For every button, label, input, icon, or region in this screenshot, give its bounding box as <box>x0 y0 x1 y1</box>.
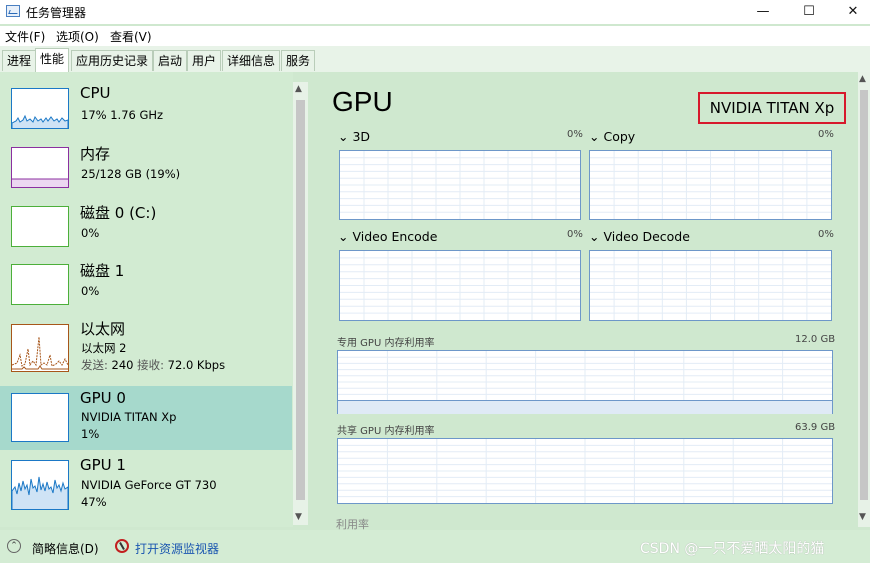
chevron-down-icon: ⌄ <box>338 129 349 144</box>
chevron-down-icon: ⌄ <box>338 229 349 244</box>
window-title: 任务管理器 <box>26 6 87 20</box>
sidebar-item-detail: NVIDIA TITAN Xp <box>81 410 177 424</box>
engine-pct-copy: 0% <box>818 129 834 140</box>
engine-selector-3d[interactable]: ⌄ 3D <box>338 129 370 144</box>
scroll-down-arrow-icon[interactable]: ▼ <box>859 512 866 522</box>
sidebar-item-title: CPU <box>80 84 111 102</box>
menu-options[interactable]: 选项(O) <box>56 28 99 45</box>
disk-1-thumbnail-graph <box>11 264 69 305</box>
sidebar-item-usage: 47% <box>81 495 107 509</box>
tab-details[interactable]: 详细信息 <box>222 50 281 71</box>
menu-file[interactable]: 文件(F) <box>5 28 45 45</box>
graph-video-encode <box>339 250 581 321</box>
main-scrollbar[interactable]: ▲ ▼ <box>858 72 870 527</box>
dedicated-memory-max: 12.0 GB <box>795 334 836 345</box>
dedicated-memory-label: 专用 GPU 内存利用率 <box>337 338 435 349</box>
task-manager-icon <box>6 5 20 17</box>
performance-sidebar: CPU 17% 1.76 GHz 内存 25/128 GB (19%) 磁盘 0… <box>0 72 293 527</box>
sidebar-item-title: GPU 1 <box>80 456 126 474</box>
sidebar-item-title: GPU 0 <box>80 389 126 407</box>
chevron-up-icon[interactable]: ⌃ <box>7 539 21 553</box>
resource-monitor-icon <box>115 539 129 553</box>
watermark: CSDN @一只不爱晒太阳的猫 <box>640 541 825 557</box>
engine-selector-copy[interactable]: ⌄ Copy <box>589 129 635 144</box>
sidebar-item-detail: 以太网 2 <box>81 341 127 355</box>
sidebar-item-disk-1[interactable]: 磁盘 1 0% <box>0 260 292 322</box>
gpu-model-name: NVIDIA TITAN Xp <box>698 92 846 124</box>
menu-bar: 文件(F) 选项(O) 查看(V) <box>0 26 870 46</box>
tab-processes[interactable]: 进程 <box>2 50 37 71</box>
sidebar-scroll-thumb[interactable] <box>296 100 305 500</box>
chevron-down-icon: ⌄ <box>589 129 600 144</box>
gpu-detail-panel: GPU NVIDIA TITAN Xp ⌄ 3D 0% ⌄ Copy 0% ⌄ … <box>318 72 858 531</box>
tab-bar: 进程 性能 应用历史记录 启动 用户 详细信息 服务 <box>0 46 870 72</box>
engine-selector-video-decode[interactable]: ⌄ Video Decode <box>589 229 690 244</box>
ethernet-throughput: 发送: 240 接收: 72.0 Kbps <box>81 358 226 372</box>
open-resource-monitor-link[interactable]: 打开资源监视器 <box>135 540 219 557</box>
minimize-button[interactable]: — <box>740 0 786 24</box>
page-title: GPU <box>332 86 393 117</box>
gpu-1-thumbnail-graph <box>11 460 69 510</box>
scroll-down-arrow-icon[interactable]: ▼ <box>295 512 302 522</box>
footer-bar: ⌃ 简略信息(D) 打开资源监视器 CSDN @一只不爱晒太阳的猫 <box>0 530 870 563</box>
main-scroll-thumb[interactable] <box>860 90 868 500</box>
engine-selector-video-encode[interactable]: ⌄ Video Encode <box>338 229 437 244</box>
sidebar-item-memory[interactable]: 内存 25/128 GB (19%) <box>0 143 292 205</box>
scroll-up-arrow-icon[interactable]: ▲ <box>295 84 302 94</box>
tab-users[interactable]: 用户 <box>187 50 222 71</box>
sidebar-item-ethernet[interactable]: 以太网 以太网 2 发送: 240 接收: 72.0 Kbps <box>0 318 292 384</box>
sidebar-item-detail: 0% <box>81 226 100 240</box>
graph-video-decode <box>589 250 832 321</box>
disk-0-thumbnail-graph <box>11 206 69 247</box>
sidebar-item-detail: 25/128 GB (19%) <box>81 167 181 181</box>
graph-3d <box>339 150 581 220</box>
close-button[interactable]: ✕ <box>830 0 870 24</box>
tab-app-history[interactable]: 应用历史记录 <box>71 50 154 71</box>
engine-pct-video-encode: 0% <box>567 229 583 240</box>
memory-thumbnail-graph <box>11 147 69 188</box>
sidebar-item-disk-0[interactable]: 磁盘 0 (C:) 0% <box>0 202 292 264</box>
title-bar: 任务管理器 — ☐ ✕ <box>0 0 870 24</box>
sidebar-item-cpu[interactable]: CPU 17% 1.76 GHz <box>0 84 292 146</box>
shared-memory-max: 63.9 GB <box>795 422 836 433</box>
sidebar-item-title: 磁盘 0 (C:) <box>80 204 157 222</box>
gpu-0-thumbnail-graph <box>11 393 69 442</box>
menu-view[interactable]: 查看(V) <box>110 28 152 45</box>
graph-dedicated-memory <box>337 350 833 414</box>
sidebar-item-gpu-0[interactable]: GPU 0 NVIDIA TITAN Xp 1% <box>0 386 292 450</box>
sidebar-item-usage: 1% <box>81 427 100 441</box>
tab-startup[interactable]: 启动 <box>153 50 188 71</box>
sidebar-item-title: 以太网 <box>80 320 126 338</box>
dedicated-memory-usage-fill <box>338 400 832 414</box>
scroll-up-arrow-icon[interactable]: ▲ <box>859 74 866 84</box>
tab-performance[interactable]: 性能 <box>35 48 70 72</box>
ethernet-thumbnail-graph <box>11 324 69 372</box>
fewer-details-button[interactable]: 简略信息(D) <box>32 540 99 557</box>
maximize-button[interactable]: ☐ <box>786 0 832 24</box>
sidebar-item-title: 内存 <box>80 145 111 163</box>
graph-copy <box>589 150 832 220</box>
chevron-down-icon: ⌄ <box>589 229 600 244</box>
tab-services[interactable]: 服务 <box>281 50 316 71</box>
cpu-thumbnail-graph <box>11 88 69 129</box>
engine-pct-3d: 0% <box>567 129 583 140</box>
sidebar-item-detail: NVIDIA GeForce GT 730 <box>81 478 217 492</box>
sidebar-item-gpu-1[interactable]: GPU 1 NVIDIA GeForce GT 730 47% <box>0 454 292 520</box>
engine-pct-video-decode: 0% <box>818 229 834 240</box>
sidebar-item-detail: 0% <box>81 284 100 298</box>
sidebar-item-title: 磁盘 1 <box>80 262 125 280</box>
shared-memory-label: 共享 GPU 内存利用率 <box>337 426 435 437</box>
sidebar-scrollbar[interactable]: ▲ ▼ <box>293 82 308 525</box>
sidebar-item-detail: 17% 1.76 GHz <box>81 108 164 122</box>
graph-shared-memory <box>337 438 833 504</box>
